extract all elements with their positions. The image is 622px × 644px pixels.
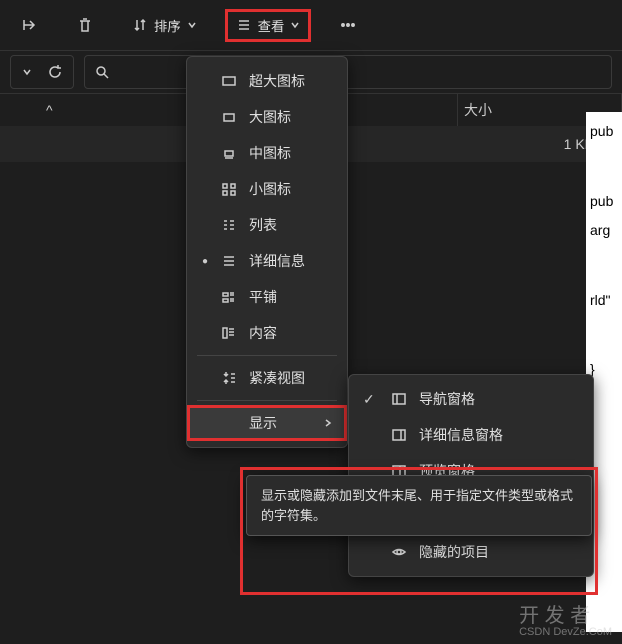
chevron-down-icon — [290, 20, 300, 30]
medium-icon — [221, 145, 237, 161]
breadcrumb-segment[interactable] — [10, 55, 74, 89]
menu-details[interactable]: ● 详细信息 — [187, 243, 347, 279]
details-icon — [221, 253, 237, 269]
large-icon — [221, 109, 237, 125]
chevron-down-icon — [21, 66, 33, 78]
sort-label: 排序 — [154, 16, 181, 35]
delete-button[interactable] — [66, 10, 104, 40]
submenu-nav-pane[interactable]: ✓ 导航窗格 — [349, 381, 593, 417]
refresh-icon[interactable] — [47, 64, 63, 80]
check-icon: ✓ — [363, 391, 379, 408]
nav-pane-icon — [391, 391, 407, 407]
menu-separator — [197, 400, 337, 401]
content-icon — [221, 325, 237, 341]
col-size-label: 大小 — [464, 100, 492, 120]
more-button[interactable] — [329, 10, 367, 40]
list-view-icon — [221, 217, 237, 233]
compact-icon — [221, 370, 237, 386]
extra-large-icon — [221, 73, 237, 89]
menu-extra-large-icons[interactable]: 超大图标 — [187, 63, 347, 99]
menu-compact[interactable]: 紧凑视图 — [187, 360, 347, 396]
toolbar: 排序 查看 — [0, 0, 622, 50]
share-icon — [20, 16, 38, 34]
eye-icon — [391, 544, 407, 560]
sort-button[interactable]: 排序 — [122, 10, 207, 41]
menu-display[interactable]: 显示 — [187, 405, 347, 441]
tiles-icon — [221, 289, 237, 305]
search-box[interactable] — [84, 55, 612, 89]
submenu-details-pane[interactable]: 详细信息窗格 — [349, 417, 593, 453]
small-icon — [221, 181, 237, 197]
view-menu: 超大图标 大图标 中图标 小图标 列表 ● 详细信息 平铺 内容 紧凑视图 — [186, 56, 348, 448]
menu-content[interactable]: 内容 — [187, 315, 347, 351]
view-button[interactable]: 查看 — [225, 9, 312, 42]
tooltip: 显示或隐藏添加到文件末尾、用于指定文件类型或格式的字符集。 — [246, 475, 592, 536]
menu-separator — [197, 355, 337, 356]
watermark: 开 发 者 CSDN DevZe.CoM — [519, 599, 612, 638]
menu-tiles[interactable]: 平铺 — [187, 279, 347, 315]
more-icon — [339, 16, 357, 34]
sort-icon — [132, 17, 148, 33]
menu-large-icons[interactable]: 大图标 — [187, 99, 347, 135]
submenu-hidden-items[interactable]: 隐藏的项目 — [349, 534, 593, 570]
chevron-right-icon — [323, 418, 333, 428]
view-label: 查看 — [258, 16, 285, 35]
menu-small-icons[interactable]: 小图标 — [187, 171, 347, 207]
list-icon — [236, 17, 252, 33]
search-icon — [95, 65, 109, 79]
share-button[interactable] — [10, 10, 48, 40]
menu-medium-icons[interactable]: 中图标 — [187, 135, 347, 171]
chevron-down-icon — [187, 20, 197, 30]
trash-icon — [76, 16, 94, 34]
details-pane-icon — [391, 427, 407, 443]
menu-list[interactable]: 列表 — [187, 207, 347, 243]
